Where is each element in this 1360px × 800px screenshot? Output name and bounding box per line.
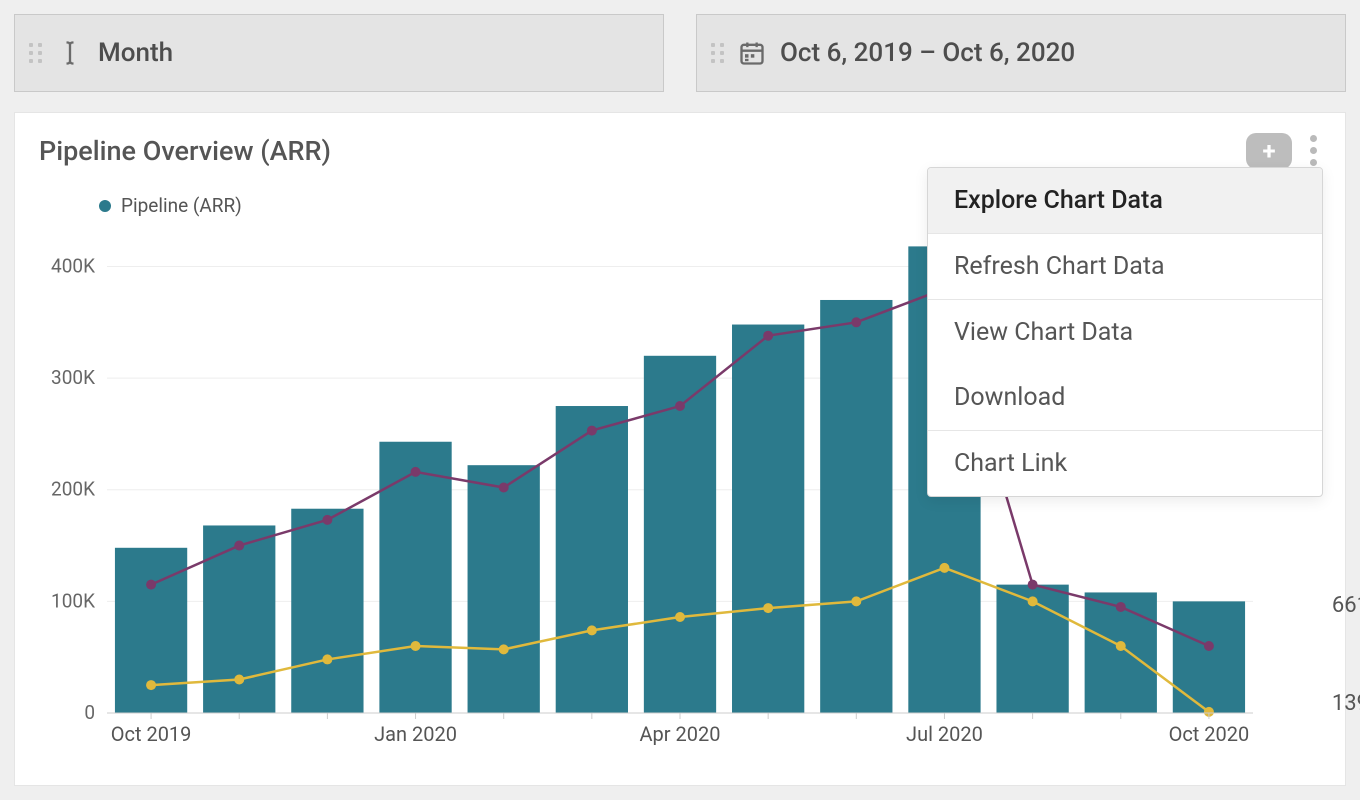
svg-text:Jul 2020: Jul 2020 bbox=[906, 722, 983, 746]
svg-text:Apr 2020: Apr 2020 bbox=[640, 722, 721, 746]
add-comment-button[interactable]: + bbox=[1246, 133, 1292, 169]
date-range-filter[interactable]: Oct 6, 2019 – Oct 6, 2020 bbox=[696, 14, 1346, 92]
svg-text:Oct 2019: Oct 2019 bbox=[111, 722, 192, 746]
text-cursor-icon bbox=[56, 39, 84, 67]
svg-text:0: 0 bbox=[84, 701, 95, 724]
svg-text:100K: 100K bbox=[51, 589, 95, 612]
chart-card: Pipeline Overview (ARR) + Pipeline (ARR)… bbox=[14, 112, 1346, 786]
date-range-label: Oct 6, 2019 – Oct 6, 2020 bbox=[780, 38, 1075, 68]
svg-text:300K: 300K bbox=[51, 366, 95, 389]
calendar-icon bbox=[738, 39, 766, 67]
drag-handle-icon bbox=[711, 43, 724, 63]
menu-download[interactable]: Download bbox=[928, 365, 1322, 430]
menu-explore-chart-data[interactable]: Explore Chart Data bbox=[928, 168, 1322, 233]
granularity-filter[interactable]: Month bbox=[14, 14, 664, 92]
svg-text:Jan 2020: Jan 2020 bbox=[374, 722, 457, 746]
series-end-label: 139 bbox=[1332, 691, 1360, 716]
menu-view-chart-data[interactable]: View Chart Data bbox=[928, 300, 1322, 365]
legend-label: Pipeline (ARR) bbox=[121, 194, 242, 217]
chart-title: Pipeline Overview (ARR) bbox=[39, 135, 331, 167]
chart-menu-button[interactable] bbox=[1306, 131, 1321, 170]
svg-text:Oct 2020: Oct 2020 bbox=[1169, 722, 1250, 746]
legend-dot-icon bbox=[99, 200, 111, 212]
granularity-label: Month bbox=[98, 38, 173, 68]
menu-chart-link[interactable]: Chart Link bbox=[928, 431, 1322, 496]
drag-handle-icon bbox=[29, 43, 42, 63]
series-end-label: 661 bbox=[1332, 593, 1360, 618]
svg-text:400K: 400K bbox=[51, 254, 95, 277]
chart-options-dropdown: Explore Chart Data Refresh Chart Data Vi… bbox=[927, 167, 1323, 497]
svg-text:200K: 200K bbox=[51, 478, 95, 501]
menu-refresh-chart-data[interactable]: Refresh Chart Data bbox=[928, 234, 1322, 299]
